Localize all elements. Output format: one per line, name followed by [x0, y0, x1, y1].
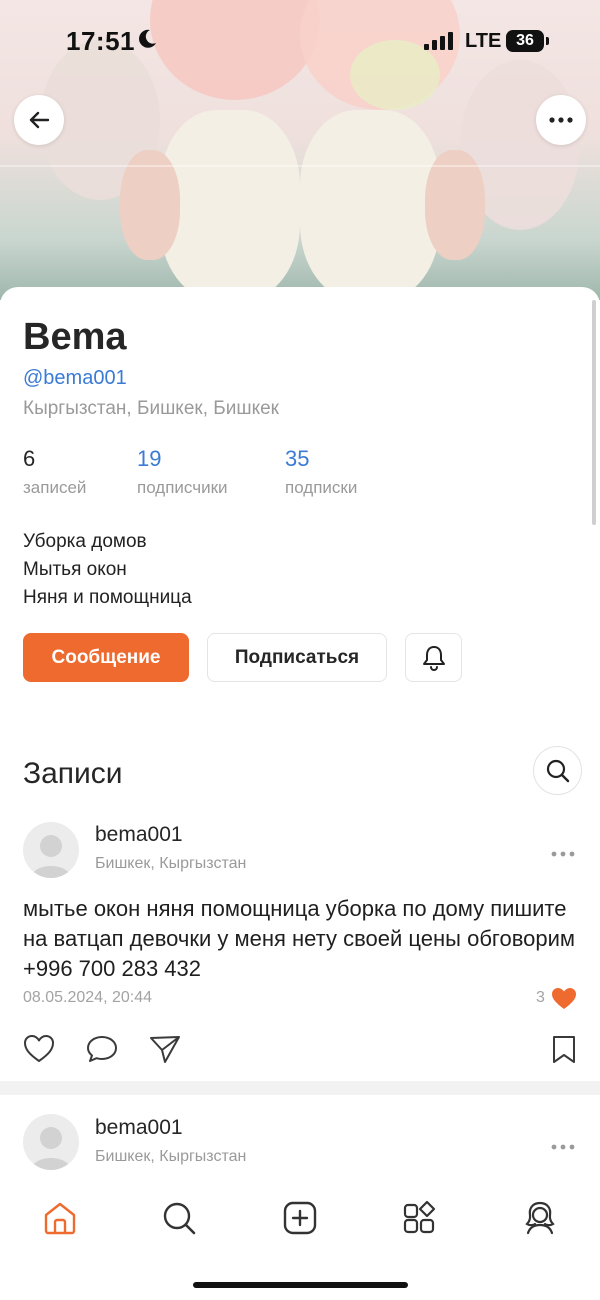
bookmark-icon: [553, 1036, 575, 1063]
heart-icon: [24, 1035, 54, 1062]
post-more-button[interactable]: [550, 1138, 576, 1156]
stat-followers-value: 19: [137, 446, 162, 471]
home-icon: [44, 1202, 76, 1235]
post-author[interactable]: bema001: [95, 823, 183, 847]
post-location: Бишкек, Кыргызстан: [95, 1148, 247, 1165]
default-avatar-icon: [31, 1127, 71, 1170]
profile-location: Кыргызстан, Бишкек, Бишкек: [23, 398, 279, 419]
bio-line: Няня и помощница: [23, 587, 192, 608]
services-icon: [403, 1200, 436, 1234]
stat-posts[interactable]: 6 записей: [23, 446, 86, 498]
bookmark-button[interactable]: [550, 1034, 578, 1069]
bell-icon: [422, 645, 445, 671]
back-button[interactable]: [14, 95, 64, 145]
post-location: Бишкек, Кыргызстан: [95, 855, 247, 872]
profile-name: Bema: [23, 316, 127, 358]
profile-icon: [525, 1201, 555, 1235]
comment-icon: [87, 1036, 117, 1062]
post-date: 08.05.2024, 20:44: [23, 989, 153, 1006]
scrollbar[interactable]: [592, 300, 596, 525]
avatar[interactable]: [23, 1114, 79, 1170]
home-indicator[interactable]: [193, 1282, 408, 1288]
bio-line: Мытья окон: [23, 559, 127, 580]
ellipsis-icon: [549, 117, 573, 123]
stat-posts-value: 6: [23, 446, 36, 471]
stat-following[interactable]: 35 подписки: [285, 446, 357, 498]
post-text: мытье окон няня помощница уборка по дому…: [23, 896, 576, 981]
posts-section-title: Записи: [23, 757, 123, 790]
avatar[interactable]: [23, 822, 79, 878]
tab-profile[interactable]: [522, 1200, 558, 1241]
tab-home[interactable]: [42, 1200, 78, 1241]
moon-icon: [136, 28, 158, 55]
post-author[interactable]: bema001: [95, 1116, 183, 1140]
profile-card: [0, 287, 600, 1300]
battery-indicator: 36: [506, 30, 544, 52]
post-divider: [0, 1081, 600, 1095]
stat-followers[interactable]: 19 подписчики: [137, 446, 228, 498]
network-type: LTE: [465, 30, 502, 52]
notifications-button[interactable]: [405, 633, 462, 682]
battery-tip: [546, 37, 549, 45]
ellipsis-icon: [551, 851, 575, 857]
search-icon: [546, 759, 569, 782]
post-likes-count: 3: [536, 989, 545, 1006]
heart-filled-icon: [551, 987, 577, 1016]
message-button[interactable]: Сообщение: [23, 633, 189, 682]
more-options-button[interactable]: [536, 95, 586, 145]
arrow-left-icon: [29, 111, 50, 129]
send-icon: [150, 1036, 180, 1063]
profile-bio: Уборка домов Мытья окон Няня и помощница: [23, 528, 192, 612]
tab-search[interactable]: [161, 1200, 197, 1241]
profile-handle[interactable]: @bema001: [23, 367, 127, 390]
ellipsis-icon: [551, 1144, 575, 1150]
share-button[interactable]: [149, 1034, 181, 1069]
signal-icon: [424, 32, 458, 55]
post-more-button[interactable]: [550, 845, 576, 863]
tab-create[interactable]: [282, 1200, 318, 1241]
status-bar: 17:51 LTE 36: [0, 0, 600, 84]
bio-line: Уборка домов: [23, 531, 147, 552]
posts-search-button[interactable]: [533, 746, 582, 795]
default-avatar-icon: [31, 835, 71, 878]
search-icon: [163, 1202, 196, 1235]
comment-button[interactable]: [86, 1034, 118, 1069]
stat-followers-label: подписчики: [137, 478, 228, 497]
stat-following-label: подписки: [285, 478, 358, 497]
subscribe-button[interactable]: Подписаться: [207, 633, 387, 682]
like-button[interactable]: [23, 1034, 55, 1069]
tab-services[interactable]: [402, 1200, 438, 1241]
stat-following-value: 35: [285, 446, 310, 471]
add-icon: [283, 1201, 317, 1235]
status-time: 17:51: [66, 26, 135, 56]
stat-posts-label: записей: [23, 478, 87, 497]
